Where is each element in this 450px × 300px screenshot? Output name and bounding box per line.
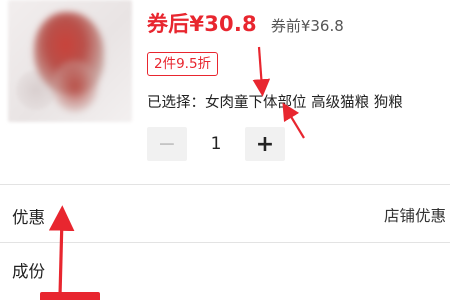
annotation-arrow [48,205,75,297]
decrease-quantity-button[interactable]: − [147,127,187,161]
discount-badge[interactable]: 2件9.5折 [147,52,219,76]
increase-quantity-button[interactable]: + [245,127,285,161]
quantity-value[interactable]: 1 [187,134,245,154]
annotation-arrow [252,46,271,97]
quantity-stepper: − 1 + [147,127,285,161]
price-row: 券后¥30.8 券前¥36.8 [147,8,344,38]
image-blur-region [52,60,98,112]
price-before-coupon: 券前¥36.8 [270,17,344,35]
store-discount-link[interactable]: 店铺优惠 [384,204,446,226]
divider [0,184,450,185]
annotation-arrow [282,102,305,139]
price-after-coupon: 券后¥30.8 [147,12,257,36]
ingredients-section-label: 成份 [12,262,45,281]
selected-spec[interactable]: 已选择：女肉童下体部位 高级猫粮 狗粮 [147,91,450,112]
divider [0,242,450,243]
highlight-bar [40,292,100,300]
discount-section-label: 优惠 [12,208,45,227]
product-image[interactable] [8,0,132,122]
